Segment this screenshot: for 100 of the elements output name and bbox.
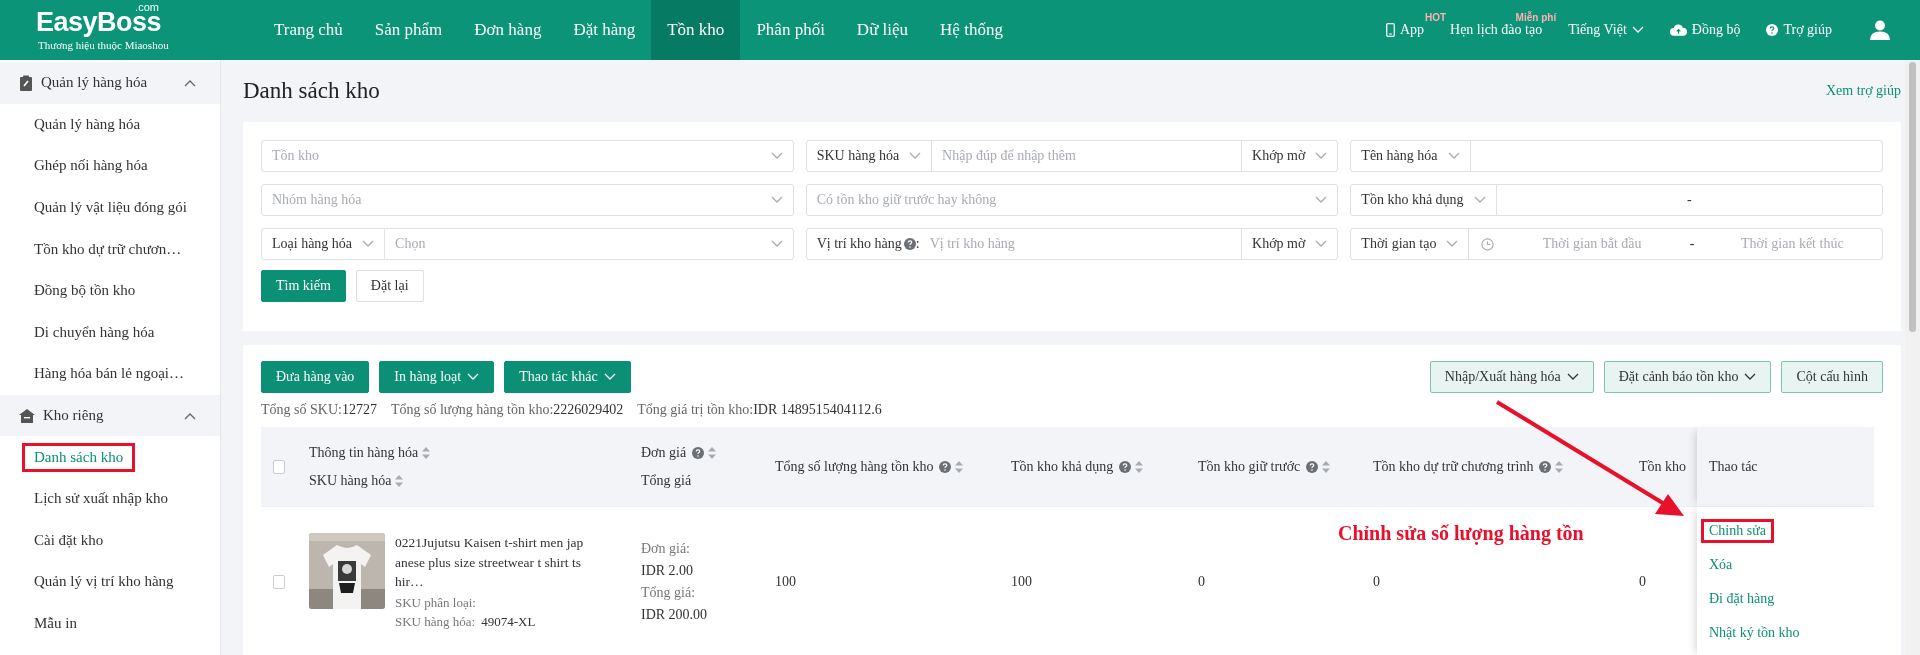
search-field[interactable]: Tên hàng hóa: [1350, 140, 1883, 172]
column-header[interactable]: Tồn kho: [1639, 458, 1687, 475]
sidebar-item[interactable]: Danh sách kho: [24, 444, 134, 470]
column-header[interactable]: SKU hàng hóa: [309, 472, 404, 489]
action-button[interactable]: Đưa hàng vào: [261, 361, 370, 393]
nav-tab[interactable]: Tồn kho: [651, 0, 741, 60]
help-link[interactable]: Trợ giúp: [1783, 22, 1832, 38]
range-field[interactable]: Tồn kho khả dụng -: [1350, 184, 1883, 216]
sidebar-item[interactable]: Cài đặt kho: [24, 527, 114, 553]
price-label: Đơn giá:: [641, 540, 691, 557]
action-link[interactable]: Chỉnh sửa: [1703, 520, 1772, 541]
search-button[interactable]: Tìm kiếm: [261, 270, 346, 302]
action-link[interactable]: Đi đặt hàng: [1703, 588, 1781, 609]
scrollbar[interactable]: [1905, 60, 1920, 655]
search-field[interactable]: SKU hàng hóa Nhập đúp để nhập thêm Khớp mờ: [805, 140, 1339, 172]
help-icon: [692, 446, 705, 459]
help-icon: [1539, 460, 1552, 473]
chevron-down-icon: [1566, 373, 1579, 381]
chevron-down-icon: [770, 196, 783, 204]
help-icon: [1306, 460, 1319, 473]
help-icon: [1119, 460, 1132, 473]
checkbox[interactable]: [273, 574, 285, 589]
action-link[interactable]: Xóa: [1703, 554, 1739, 575]
summary-stat: Tổng giá trị tồn kho:IDR 1489515404112.6: [637, 402, 882, 418]
sync-link[interactable]: Đồng bộ: [1691, 22, 1741, 38]
sidebar-group[interactable]: Kho riêng: [0, 394, 220, 437]
dropdown-button[interactable]: In hàng loạt: [379, 361, 495, 393]
dropdown-button[interactable]: Đặt cảnh báo tồn kho: [1603, 361, 1772, 393]
price-label: Tổng giá:: [641, 584, 697, 601]
sidebar-item[interactable]: Đồng bộ tồn kho: [24, 278, 146, 304]
column-header[interactable]: Đơn giá: [641, 444, 717, 461]
reset-button[interactable]: Đặt lại: [355, 270, 424, 302]
search-field[interactable]: Vị trí kho hàng : Vị trí kho hàng Khớp mờ: [805, 228, 1339, 260]
sidebar-item[interactable]: Lịch sử xuất nhập kho: [24, 486, 178, 512]
house-icon: [19, 408, 35, 423]
chevron-down-icon: [1446, 240, 1459, 248]
sidebar-item[interactable]: Quản lý vị trí kho hàng: [24, 569, 184, 595]
clipboard-icon: [19, 74, 33, 91]
sidebar-item[interactable]: Di chuyển hàng hóa: [24, 319, 165, 345]
column-header[interactable]: Thao tác: [1709, 458, 1758, 475]
nav-tab[interactable]: Đặt hàng: [557, 0, 652, 60]
table-cell: 0: [1198, 573, 1205, 590]
sidebar-group[interactable]: Quản lý hàng hóa: [0, 62, 220, 104]
sort-icon[interactable]: [395, 474, 404, 487]
column-header[interactable]: Tồn kho dự trữ chương trình: [1373, 458, 1564, 475]
sort-icon[interactable]: [955, 460, 964, 473]
column-header[interactable]: Tổng giá: [641, 472, 692, 489]
page-title: Danh sách kho: [243, 78, 380, 104]
chevron-down-icon: [603, 373, 616, 381]
column-header[interactable]: Tồn kho giữ trước: [1198, 458, 1331, 475]
hot-label: HOT: [1424, 12, 1447, 23]
nav-tab[interactable]: Trang chủ: [258, 0, 359, 60]
dropdown-button[interactable]: Nhập/Xuất hàng hóa: [1429, 361, 1594, 393]
sidebar-item[interactable]: Hàng hóa bán lẻ ngoại…: [24, 361, 194, 387]
chevron-down-icon: [1447, 152, 1460, 160]
logo-tagline: Thương hiệu thuộc Miaoshou: [38, 39, 170, 51]
nav-tab[interactable]: Dữ liệu: [840, 0, 925, 60]
user-icon[interactable]: [1870, 20, 1890, 40]
chevron-down-icon: [467, 373, 480, 381]
language-select[interactable]: Tiếng Việt: [1568, 22, 1644, 38]
table-cell: 0: [1639, 573, 1646, 590]
sort-icon[interactable]: [708, 446, 717, 459]
summary-stat: Tổng số SKU:12727: [261, 402, 377, 418]
nav-tab[interactable]: Phân phối: [740, 0, 841, 60]
chevron-down-icon: [909, 152, 922, 160]
sidebar-item[interactable]: Mẫu in: [24, 611, 87, 636]
sort-icon[interactable]: [1555, 460, 1564, 473]
help-link[interactable]: Xem trợ giúp: [1825, 83, 1901, 99]
sort-icon[interactable]: [422, 446, 431, 459]
nav-tab[interactable]: Đơn hàng: [458, 0, 558, 60]
chevron-up-icon: [184, 411, 196, 420]
clock-icon: [1481, 237, 1495, 251]
action-button[interactable]: Cột cấu hình: [1781, 361, 1883, 393]
sidebar-item[interactable]: Quản lý hàng hóa: [24, 111, 151, 137]
dropdown-button[interactable]: Thao tác khác: [504, 361, 631, 393]
nav-tab[interactable]: Sản phẩm: [358, 0, 459, 60]
app-link[interactable]: App: [1399, 22, 1425, 38]
column-header[interactable]: Tổng số lượng hàng tồn kho: [775, 458, 964, 475]
free-label: Miễn phí: [1515, 12, 1557, 23]
training-link[interactable]: Hẹn lịch đào tạo: [1450, 22, 1543, 38]
chevron-down-icon: [1631, 26, 1644, 34]
annotation-text: Chỉnh sửa số lượng hàng tồn: [1338, 522, 1584, 545]
chevron-down-icon: [1744, 373, 1757, 381]
sidebar-item[interactable]: Ghép nối hàng hóa: [24, 153, 158, 179]
select-field[interactable]: Loại hàng hóa Chọn: [261, 228, 794, 260]
sidebar-item[interactable]: Quản lý vật liệu đóng gói: [24, 195, 197, 221]
sort-icon[interactable]: [1135, 460, 1144, 473]
date-range-field[interactable]: Thời gian tạo Thời gian bắt đầu - Thời gian kết thúc: [1350, 228, 1883, 260]
product-name[interactable]: 0221Jujutsu Kaisen t-shirt men japanese plus size streetwear t shirt tshir…: [395, 533, 584, 592]
sort-icon[interactable]: [1322, 460, 1331, 473]
total-price: IDR 200.00: [641, 606, 708, 623]
column-header[interactable]: Thông tin hàng hóa: [309, 444, 431, 461]
column-header[interactable]: Tồn kho khả dụng: [1011, 458, 1144, 475]
nav-tab[interactable]: Hệ thống: [924, 0, 1019, 60]
sidebar-item[interactable]: Tồn kho dự trữ chươn…: [24, 236, 192, 262]
checkbox[interactable]: [273, 459, 285, 474]
action-link[interactable]: Nhật ký tồn kho: [1703, 622, 1806, 643]
chevron-down-icon: [770, 152, 783, 160]
table-cell: 100: [1011, 573, 1032, 590]
chevron-up-icon: [184, 78, 196, 87]
